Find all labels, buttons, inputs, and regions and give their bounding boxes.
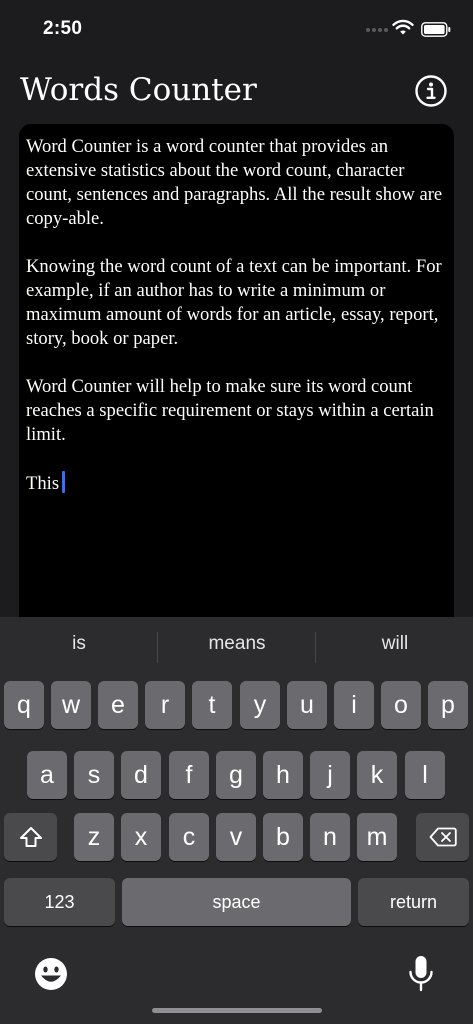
battery-icon [421,22,451,37]
text-caret [62,471,66,493]
dictation-button[interactable] [407,954,435,994]
return-key[interactable]: return [358,878,469,926]
emoji-icon [35,958,67,990]
key-u[interactable]: u [287,681,327,729]
suggestion-item[interactable]: means [158,633,316,655]
key-b[interactable]: b [263,813,303,861]
keyboard: is means will q w e r t y u i o p a s d … [0,617,473,1024]
status-bar: 2:50 [0,0,473,56]
key-c[interactable]: c [169,813,209,861]
emoji-button[interactable] [33,956,69,992]
key-s[interactable]: s [74,751,114,799]
shift-key[interactable] [4,813,57,861]
info-circle-icon [415,75,447,107]
key-f[interactable]: f [169,751,209,799]
key-a[interactable]: a [27,751,67,799]
key-x[interactable]: x [121,813,161,861]
key-d[interactable]: d [121,751,161,799]
key-v[interactable]: v [216,813,256,861]
key-h[interactable]: h [263,751,303,799]
wifi-icon [392,19,414,35]
text-editor[interactable]: Word Counter is a word counter that prov… [19,124,454,654]
key-n[interactable]: n [310,813,350,861]
key-y[interactable]: y [240,681,280,729]
editor-current-line: This [26,471,447,496]
key-i[interactable]: i [334,681,374,729]
delete-icon [429,827,457,847]
key-p[interactable]: p [428,681,468,729]
key-o[interactable]: o [381,681,421,729]
status-time: 2:50 [43,18,83,39]
cellular-signal-icon [366,28,388,32]
key-m[interactable]: m [357,813,397,861]
predictive-bar: is means will [0,617,473,679]
key-r[interactable]: r [145,681,185,729]
key-w[interactable]: w [51,681,91,729]
delete-key[interactable] [416,813,469,861]
key-j[interactable]: j [310,751,350,799]
key-l[interactable]: l [405,751,445,799]
editor-paragraph: Word Counter is a word counter that prov… [26,136,443,229]
suggestion-item[interactable]: is [0,633,158,655]
space-key[interactable]: space [122,878,351,926]
key-q[interactable]: q [4,681,44,729]
editor-current-text: This [26,473,60,494]
key-z[interactable]: z [74,813,114,861]
shift-icon [19,827,42,847]
key-k[interactable]: k [357,751,397,799]
numbers-key[interactable]: 123 [4,878,115,926]
editor-paragraph: Knowing the word count of a text can be … [26,256,442,349]
key-t[interactable]: t [192,681,232,729]
home-indicator[interactable] [152,1008,322,1013]
microphone-icon [409,956,433,992]
key-e[interactable]: e [98,681,138,729]
page-title: Words Counter [20,72,257,108]
editor-paragraph: Word Counter will help to make sure its … [26,376,434,445]
info-button[interactable] [414,74,448,108]
key-g[interactable]: g [216,751,256,799]
suggestion-item[interactable]: will [316,633,473,655]
